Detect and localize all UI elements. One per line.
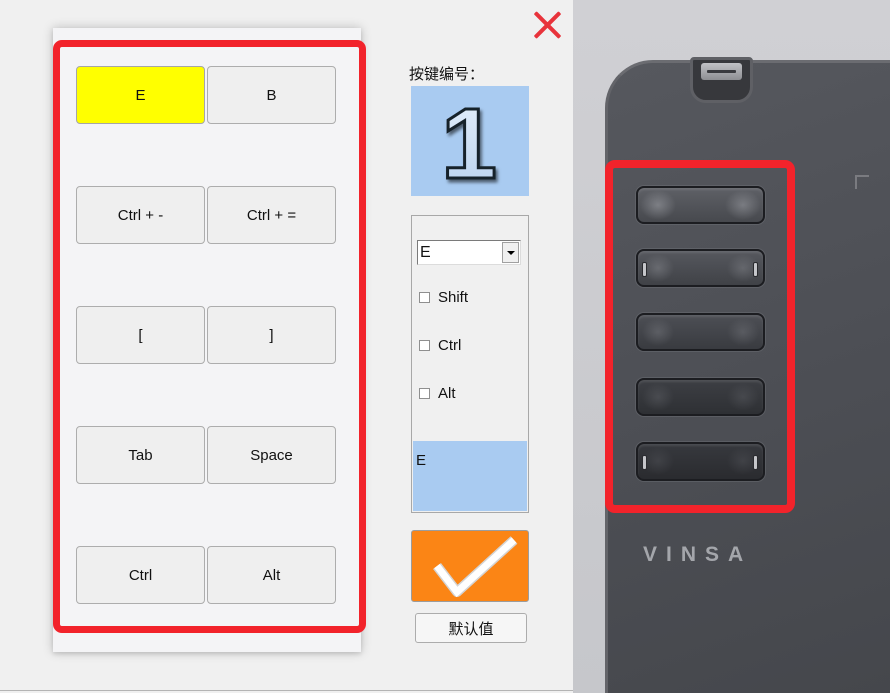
corner-mark [855, 175, 869, 189]
confirm-button[interactable] [411, 530, 529, 602]
dropdown-arrow-icon[interactable] [502, 242, 519, 263]
key-number-label: 按键编号： [409, 66, 485, 83]
key-config-dialog: E B Ctrl + - Ctrl + = [ ] Tab Space Ctrl… [0, 0, 573, 693]
key-number-graphic: 1 [440, 87, 499, 197]
dialog-bottom-border [0, 690, 573, 691]
modifier-ctrl[interactable]: Ctrl [419, 336, 461, 354]
usb-port [690, 57, 753, 103]
key-preview: E [413, 441, 527, 511]
shift-checkbox[interactable] [419, 291, 430, 303]
device-keys-highlight-frame [605, 160, 795, 513]
key-preview-text: E [416, 452, 427, 469]
key-button-2-right[interactable]: Ctrl + = [207, 186, 336, 244]
brand-logo: VINSA [643, 543, 753, 566]
key-button-2-left[interactable]: Ctrl + - [76, 186, 205, 244]
checkmark-icon [433, 536, 518, 598]
default-button[interactable]: 默认值 [415, 613, 527, 643]
close-icon[interactable] [533, 11, 562, 40]
key-button-3-left[interactable]: [ [76, 306, 205, 364]
usb-slot [707, 70, 736, 73]
alt-checkbox[interactable] [419, 387, 430, 399]
key-button-4-right[interactable]: Space [207, 426, 336, 484]
shift-label: Shift [438, 288, 469, 306]
modifier-alt[interactable]: Alt [419, 384, 456, 402]
key-button-1-right[interactable]: B [207, 66, 336, 124]
key-number: 1 [441, 88, 497, 196]
ctrl-checkbox[interactable] [419, 339, 430, 351]
key-button-4-left[interactable]: Tab [76, 426, 205, 484]
usb-connector [701, 63, 742, 80]
device-photo: VINSA [573, 0, 890, 693]
key-select[interactable]: E [417, 240, 521, 265]
alt-label: Alt [438, 384, 456, 402]
key-button-3-right[interactable]: ] [207, 306, 336, 364]
modifier-shift[interactable]: Shift [419, 288, 468, 306]
key-editor-panel: E Shift Ctrl Alt E [411, 215, 529, 513]
key-button-5-left[interactable]: Ctrl [76, 546, 205, 604]
key-button-1-left[interactable]: E [76, 66, 205, 124]
ctrl-label: Ctrl [438, 336, 462, 354]
key-number-display: 1 [411, 86, 529, 196]
key-select-value: E [420, 244, 431, 261]
key-button-5-right[interactable]: Alt [207, 546, 336, 604]
keypad-grid: E B Ctrl + - Ctrl + = [ ] Tab Space Ctrl… [76, 66, 336, 604]
